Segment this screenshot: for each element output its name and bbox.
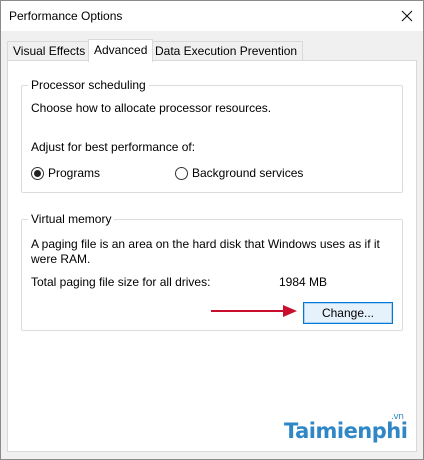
radio-programs-label: Programs <box>48 166 101 180</box>
tab-advanced[interactable]: Advanced <box>88 39 154 62</box>
performance-options-window: Performance Options Visual Effects Advan… <box>0 0 424 460</box>
title-bar: Performance Options <box>1 1 423 31</box>
radio-background-services-indicator <box>175 166 188 180</box>
processor-scheduling-title: Processor scheduling <box>28 78 149 93</box>
radio-background-services-label: Background services <box>192 166 304 180</box>
radio-programs-indicator <box>31 166 44 180</box>
processor-scheduling-group: Processor scheduling Choose how to alloc… <box>21 78 403 193</box>
processor-description: Choose how to allocate processor resourc… <box>31 101 272 115</box>
total-paging-label: Total paging file size for all drives: <box>31 275 211 289</box>
total-paging-value: 1984 MB <box>279 275 328 289</box>
watermark-logo: Taimienphi .vn <box>284 412 408 443</box>
virtual-memory-description-line1: A paging file is an area on the hard dis… <box>31 237 380 251</box>
close-icon <box>401 10 413 22</box>
tab-data-execution-prevention[interactable]: Data Execution Prevention <box>149 41 304 61</box>
red-arrow-icon <box>211 305 297 317</box>
virtual-memory-description-line2: were RAM. <box>31 252 91 266</box>
close-button[interactable] <box>397 5 417 27</box>
radio-programs[interactable]: Programs <box>31 166 100 180</box>
tab-visual-effects[interactable]: Visual Effects <box>7 41 92 61</box>
window-title: Performance Options <box>9 9 123 23</box>
watermark-suffix: .vn <box>391 412 404 422</box>
radio-background-services[interactable]: Background services <box>175 166 303 180</box>
watermark-text: Taimienphi <box>284 419 408 443</box>
adjust-label: Adjust for best performance of: <box>31 140 196 154</box>
advanced-tab-panel: Processor scheduling Choose how to alloc… <box>7 60 417 452</box>
change-button[interactable]: Change... <box>303 302 393 324</box>
virtual-memory-title: Virtual memory <box>28 212 115 227</box>
